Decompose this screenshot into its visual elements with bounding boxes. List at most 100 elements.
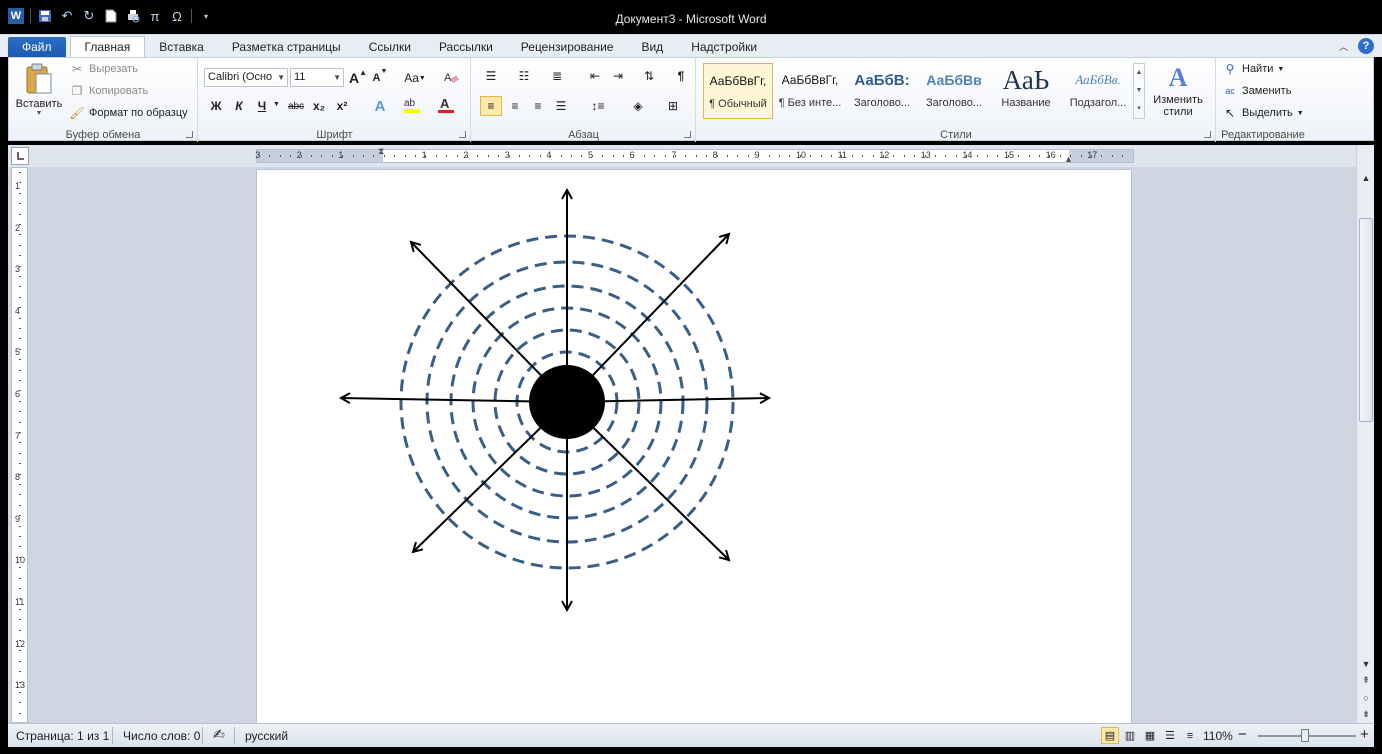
tab-5[interactable]: Рассылки: [425, 37, 507, 58]
minimize-ribbon-icon[interactable]: ︿: [1339, 40, 1348, 53]
horizontal-ruler[interactable]: 3211234567891011121314151617⧗▲: [255, 146, 1134, 164]
underline-icon: Ч: [257, 99, 267, 113]
ruler-tick: [19, 515, 21, 517]
shading-button[interactable]: ◈: [624, 96, 652, 116]
zoom-slider-thumb[interactable]: [1301, 729, 1309, 742]
styles-gallery-scroll[interactable]: ▲ ▼ ▾: [1133, 63, 1145, 119]
chevron-down-icon[interactable]: ▼: [273, 101, 280, 108]
ruler-tick: [19, 421, 21, 423]
zoom-out-icon[interactable]: −: [1238, 726, 1247, 743]
grow-font-button[interactable]: A ▲: [347, 68, 369, 88]
ruler-tick: [311, 155, 312, 157]
cut-button[interactable]: ✂ Вырезать: [69, 60, 138, 78]
browse-object-icon[interactable]: ○: [1357, 693, 1375, 703]
tab-selector-icon[interactable]: [11, 147, 29, 165]
copy-button[interactable]: ❐ Копировать: [69, 82, 149, 100]
shrink-font-button[interactable]: A ▼: [369, 68, 391, 88]
numbering-button[interactable]: ☷: [510, 66, 538, 86]
full-screen-reading-icon[interactable]: ▥: [1121, 727, 1139, 744]
change-styles-button[interactable]: A Изменить стили: [1149, 62, 1207, 118]
word-count-status[interactable]: Число слов: 0: [123, 729, 200, 743]
next-page-icon[interactable]: ⇟: [1357, 709, 1375, 720]
find-button[interactable]: ⚲ Найти ▼: [1222, 60, 1285, 78]
outline-view-icon[interactable]: ☰: [1161, 727, 1179, 744]
page-count-status[interactable]: Страница: 1 из 1: [16, 729, 109, 743]
align-right-button[interactable]: ≡: [527, 96, 549, 116]
font-size-combobox[interactable]: 11 ▼: [290, 68, 344, 87]
italic-button[interactable]: К: [228, 96, 250, 116]
vertical-ruler[interactable]: 1 2 3 4 5 6 7 8 9 10 11 12 13: [11, 167, 28, 723]
replace-button[interactable]: ac Заменить: [1222, 82, 1291, 100]
underline-button[interactable]: Ч: [251, 96, 273, 116]
ruler-tick: [1091, 155, 1092, 157]
style-3[interactable]: АаБбВв Заголово...: [919, 63, 989, 119]
sort-button[interactable]: ⇅: [638, 66, 660, 86]
format-painter-button[interactable]: 🖌 Формат по образцу: [69, 104, 187, 122]
multilevel-list-button[interactable]: ≣: [543, 66, 571, 86]
font-color-button[interactable]: A: [435, 96, 457, 116]
replace-icon: ac: [1225, 86, 1235, 96]
language-status[interactable]: русский: [245, 729, 288, 743]
bullets-button[interactable]: ☰: [477, 66, 505, 86]
ruler-tick: [19, 400, 21, 402]
change-case-button[interactable]: Aa ▼: [402, 68, 428, 88]
print-layout-view-icon[interactable]: ▤: [1101, 727, 1119, 744]
ruler-tick: [19, 432, 21, 433]
paragraph-launcher-icon[interactable]: [684, 131, 691, 138]
styles-launcher-icon[interactable]: [1204, 131, 1211, 138]
scroll-down-icon[interactable]: ▼: [1357, 659, 1375, 669]
tab-7[interactable]: Вид: [627, 37, 677, 58]
previous-page-icon[interactable]: ⇞: [1357, 675, 1375, 686]
tab-1[interactable]: Главная: [69, 36, 146, 58]
select-button[interactable]: ↖ Выделить ▼: [1222, 104, 1304, 122]
help-icon[interactable]: ?: [1358, 38, 1374, 54]
tab-3[interactable]: Разметка страницы: [218, 37, 355, 58]
indent-marker-icon[interactable]: ⧗: [378, 146, 384, 157]
font-launcher-icon[interactable]: [459, 131, 466, 138]
tab-8[interactable]: Надстройки: [677, 37, 771, 58]
right-indent-marker-icon[interactable]: ▲: [1064, 154, 1073, 164]
increase-indent-button[interactable]: ⇥: [607, 66, 629, 86]
style-0[interactable]: АаБбВвГг, ¶ Обычный: [703, 63, 773, 119]
align-left-button[interactable]: ≡: [480, 96, 502, 116]
tab-4[interactable]: Ссылки: [355, 37, 425, 58]
vertical-scrollbar[interactable]: ▲ ▼ ⇞ ○ ⇟: [1356, 145, 1374, 723]
justify-button[interactable]: ☰: [550, 96, 572, 116]
subscript-button[interactable]: x₂: [308, 96, 330, 116]
tab-0[interactable]: Файл: [8, 37, 66, 58]
ruler-tick: [945, 155, 947, 157]
proofing-icon[interactable]: ✍: [213, 726, 225, 743]
strikethrough-button[interactable]: abc: [285, 96, 307, 116]
line-spacing-button[interactable]: ↕≡: [584, 96, 612, 116]
zoom-in-icon[interactable]: +: [1360, 726, 1369, 743]
document-page[interactable]: [256, 169, 1132, 723]
ruler-tick-label: 13: [920, 150, 931, 160]
style-4[interactable]: АаЬ Название: [991, 63, 1061, 119]
clipboard-group-label: Буфер обмена: [65, 129, 141, 141]
style-5[interactable]: АаБбВв. Подзагол...: [1063, 63, 1133, 119]
clipboard-launcher-icon[interactable]: [186, 131, 193, 138]
tab-2[interactable]: Вставка: [145, 37, 218, 58]
web-layout-icon[interactable]: ▦: [1141, 727, 1159, 744]
decrease-indent-button[interactable]: ⇤: [584, 66, 606, 86]
text-effects-button[interactable]: A: [369, 96, 391, 116]
style-2[interactable]: АаБбВ: Заголово...: [847, 63, 917, 119]
borders-button[interactable]: ⊞: [659, 96, 687, 116]
font-name-combobox[interactable]: Calibri (Осно ▼: [204, 68, 288, 87]
paste-button[interactable]: Вставить ▼: [13, 60, 65, 122]
style-1[interactable]: АаБбВвГг, ¶ Без инте...: [775, 63, 845, 119]
tab-6[interactable]: Рецензирование: [507, 37, 628, 58]
ruler-tick: [467, 155, 468, 157]
highlight-button[interactable]: ab: [401, 96, 423, 116]
superscript-button[interactable]: x²: [331, 96, 353, 116]
zoom-level[interactable]: 110%: [1203, 729, 1233, 743]
style-preview: АаБбВв: [926, 72, 982, 88]
draft-view-icon[interactable]: ≡: [1181, 727, 1199, 744]
clear-formatting-button[interactable]: A: [440, 68, 462, 88]
bold-button[interactable]: Ж: [205, 96, 227, 116]
show-marks-button[interactable]: ¶: [670, 66, 692, 86]
copy-label: Копировать: [89, 85, 149, 97]
scroll-up-icon[interactable]: ▲: [1357, 173, 1375, 183]
scroll-thumb[interactable]: [1359, 218, 1373, 422]
align-center-button[interactable]: ≡: [504, 96, 526, 116]
